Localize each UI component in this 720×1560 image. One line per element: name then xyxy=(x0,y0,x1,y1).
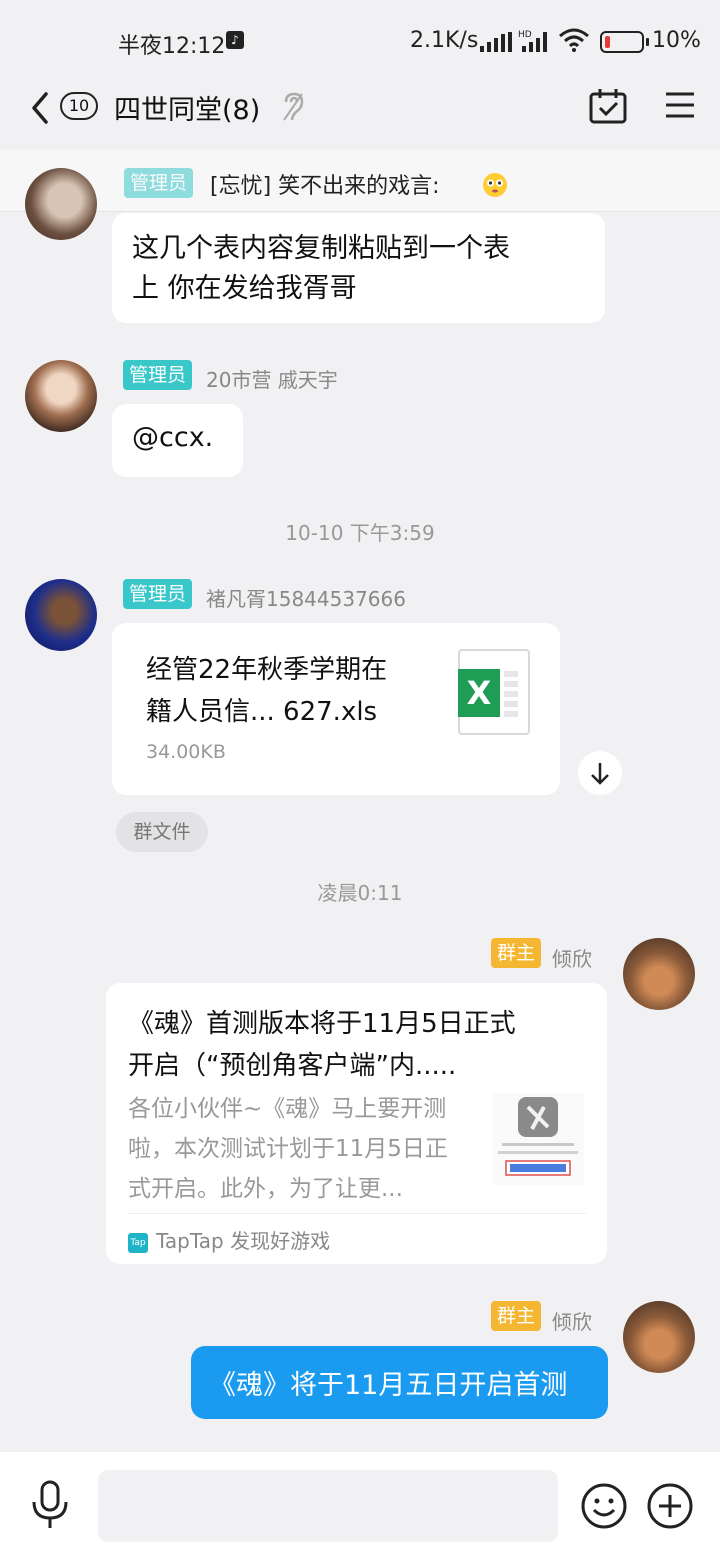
timestamp: 10-10 下午3:59 xyxy=(285,521,435,545)
sender-name: 倾欣 xyxy=(552,947,592,971)
card-description: 各位小伙伴~《魂》马上要开测 啦，本次测试计划于11月5日正 式开启。此外，为了… xyxy=(128,1089,478,1209)
file-message[interactable]: 经管22年秋季学期在 籍人员信... 627.xls 34.00KB X xyxy=(112,623,560,795)
ear-icon[interactable] xyxy=(282,92,304,122)
card-desc-line: 各位小伙伴~《魂》马上要开测 xyxy=(128,1096,447,1122)
message-text: 《魂》将于11月五日开启首测 xyxy=(209,1370,568,1401)
svg-text:X: X xyxy=(467,674,492,712)
message-text: 这几个表内容复制粘贴到一个表 xyxy=(132,233,510,264)
back-arrow-icon[interactable] xyxy=(26,88,56,128)
card-source-text: TapTap 发现好游戏 xyxy=(156,1229,331,1253)
wifi-icon xyxy=(559,28,589,52)
message-input[interactable] xyxy=(98,1470,558,1542)
flushed-emoji-icon xyxy=(483,173,507,197)
avatar[interactable] xyxy=(25,579,97,651)
pinned-message-bar[interactable]: 管理员 [忘忧] 笑不出来的戏言: xyxy=(0,150,720,212)
avatar[interactable] xyxy=(623,938,695,1010)
pinned-text: [忘忧] 笑不出来的戏言: xyxy=(210,174,440,199)
plus-icon[interactable] xyxy=(646,1482,694,1530)
sender-name: 倾欣 xyxy=(552,1310,592,1334)
message-bubble[interactable]: 《魂》将于11月五日开启首测 xyxy=(191,1346,608,1419)
avatar[interactable] xyxy=(25,360,97,432)
chat-header: 10 四世同堂(8) xyxy=(0,80,720,150)
download-button[interactable] xyxy=(578,751,622,795)
link-card-message[interactable]: 《魂》首测版本将于11月5日正式 开启（“预创角客户端”内..... 各位小伙伴… xyxy=(106,983,607,1264)
card-title: 《魂》首测版本将于11月5日正式 开启（“预创角客户端”内..... xyxy=(128,1003,598,1087)
group-file-tag[interactable]: 群文件 xyxy=(116,812,208,852)
message-bubble[interactable]: 这几个表内容复制粘贴到一个表 上 你在发给我胥哥 xyxy=(112,213,605,323)
card-title-line: 开启（“预创角客户端”内..... xyxy=(128,1051,457,1081)
timestamp: 凌晨0:11 xyxy=(317,881,403,905)
signal-icon xyxy=(480,32,512,52)
message-text: 上 你在发给我胥哥 xyxy=(132,273,357,304)
excel-file-icon: X xyxy=(458,649,530,735)
admin-badge: 管理员 xyxy=(123,360,193,390)
sender-name: 20市营 戚天宇 xyxy=(206,368,338,392)
status-bar: 半夜12:12 ♪ 2.1K/s HD 10% xyxy=(0,0,720,80)
network-speed: 2.1K/s xyxy=(410,28,479,53)
chat-title[interactable]: 四世同堂(8) xyxy=(114,88,260,127)
file-name-line: 经管22年秋季学期在 xyxy=(146,655,388,685)
owner-badge: 群主 xyxy=(491,938,542,968)
card-source: Tap TapTap 发现好游戏 xyxy=(128,1225,330,1254)
message-text: @ccx. xyxy=(132,422,214,453)
card-desc-line: 式开启。此外，为了让更... xyxy=(128,1176,403,1202)
avatar[interactable] xyxy=(25,168,97,240)
card-divider xyxy=(128,1213,586,1214)
admin-badge: 管理员 xyxy=(123,579,193,609)
admin-badge: 管理员 xyxy=(124,168,194,198)
file-size: 34.00KB xyxy=(146,741,226,763)
owner-badge: 群主 xyxy=(491,1301,542,1331)
file-name-line: 籍人员信... 627.xls xyxy=(146,697,378,727)
taptap-icon: Tap xyxy=(128,1232,148,1253)
download-arrow-icon xyxy=(591,763,609,785)
battery-icon xyxy=(600,31,649,53)
status-time: 半夜12:12 xyxy=(118,34,226,59)
card-desc-line: 啦，本次测试计划于11月5日正 xyxy=(128,1136,448,1162)
battery-percent: 10% xyxy=(652,28,701,53)
signal-hd-icon: HD xyxy=(518,30,547,52)
message-bubble[interactable]: @ccx. xyxy=(112,404,243,477)
sender-name: 褚凡胥15844537666 xyxy=(206,587,406,611)
emoji-icon[interactable] xyxy=(580,1482,628,1530)
calendar-check-icon[interactable] xyxy=(588,86,628,126)
game-thumbnail xyxy=(492,1093,584,1185)
avatar[interactable] xyxy=(623,1301,695,1373)
tiktok-icon: ♪ xyxy=(226,31,244,49)
unread-count-badge[interactable]: 10 xyxy=(60,92,98,120)
menu-icon[interactable] xyxy=(664,90,696,120)
input-bar xyxy=(0,1452,720,1560)
svg-text:HD: HD xyxy=(518,30,532,40)
file-name: 经管22年秋季学期在 籍人员信... 627.xls xyxy=(146,649,436,733)
microphone-icon[interactable] xyxy=(28,1480,72,1530)
card-title-line: 《魂》首测版本将于11月5日正式 xyxy=(128,1009,516,1039)
